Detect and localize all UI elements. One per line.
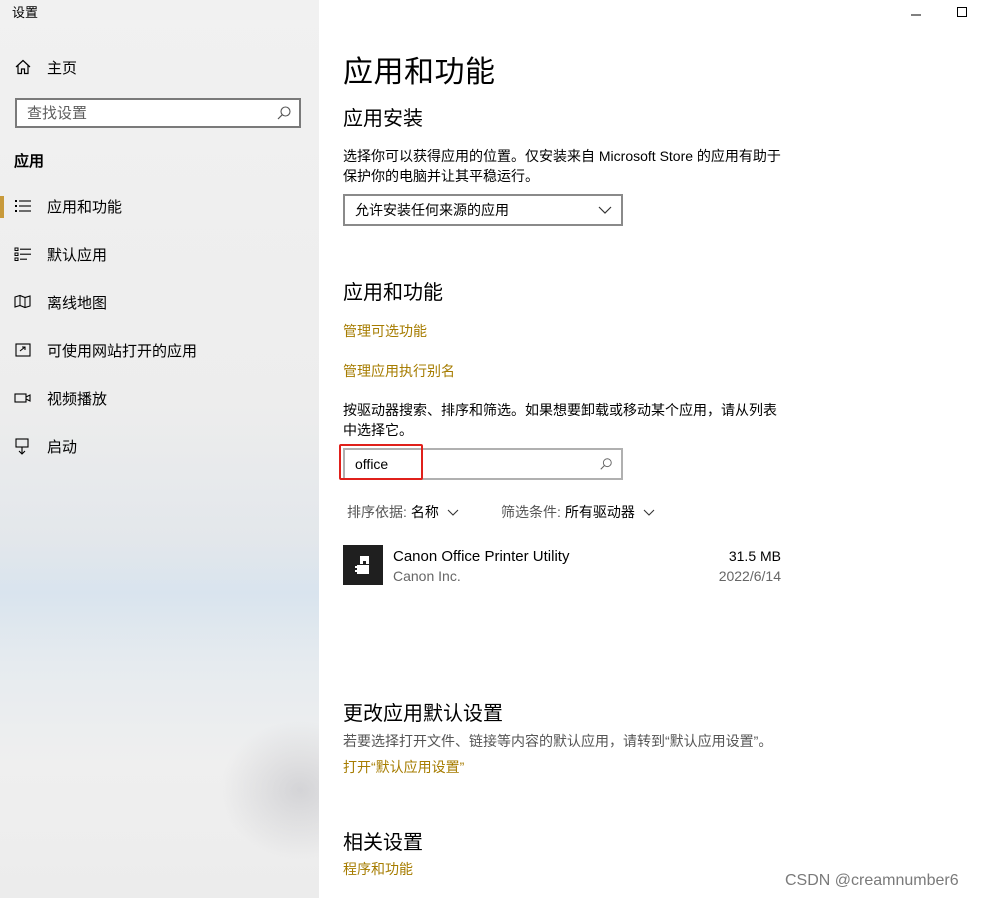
- sidebar-item-default-apps[interactable]: 默认应用: [0, 230, 319, 278]
- watermark: CSDN @creamnumber6: [785, 872, 959, 889]
- chevron-down-icon: [643, 509, 655, 516]
- manage-optional-features-link[interactable]: 管理可选功能: [343, 321, 427, 341]
- related-settings-heading: 相关设置: [343, 832, 423, 854]
- offline-maps-icon: [14, 294, 31, 309]
- home-nav-item[interactable]: 主页: [14, 56, 77, 78]
- sidebar-item-label: 离线地图: [47, 295, 108, 312]
- window-title: 设置: [12, 5, 39, 20]
- sort-dropdown[interactable]: 排序依据: 名称: [347, 502, 459, 522]
- startup-icon: [15, 438, 29, 455]
- sidebar-item-label: 视频播放: [47, 391, 108, 408]
- install-heading: 应用安装: [343, 108, 423, 130]
- install-description: 选择你可以获得应用的位置。仅安装来自 Microsoft Store 的应用有助…: [343, 148, 781, 184]
- apps-description: 按驱动器搜索、排序和筛选。如果想要卸载或移动某个应用，请从列表中选择它。: [343, 402, 777, 438]
- defaults-description: 若要选择打开文件、链接等内容的默认应用，请转到“默认应用设置”。: [343, 733, 773, 749]
- sidebar-item-label: 启动: [47, 439, 78, 456]
- sidebar-item-apps-for-websites[interactable]: 可使用网站打开的应用: [0, 326, 319, 374]
- sidebar-item-label: 默认应用: [47, 247, 108, 264]
- sort-label: 排序依据:: [347, 504, 407, 520]
- chevron-down-icon: [598, 206, 612, 214]
- video-playback-icon: [14, 393, 31, 403]
- app-name: Canon Office Printer Utility: [393, 548, 570, 565]
- manage-app-execution-aliases-link[interactable]: 管理应用执行别名: [343, 361, 455, 381]
- sidebar-item-video-playback[interactable]: 视频播放: [0, 374, 319, 422]
- app-icon: [343, 545, 383, 585]
- app-list-item[interactable]: Canon Office Printer Utility Canon Inc. …: [343, 545, 783, 587]
- apps-for-websites-icon: [15, 343, 31, 357]
- filter-label: 筛选条件:: [501, 504, 561, 520]
- app-search-input[interactable]: [345, 452, 599, 476]
- background-haze: [220, 720, 319, 860]
- dropdown-value: 允许安装任何来源的应用: [355, 202, 509, 218]
- sidebar-item-startup[interactable]: 启动: [0, 422, 319, 470]
- selected-indicator: [0, 196, 4, 218]
- sidebar-item-offline-maps[interactable]: 离线地图: [0, 278, 319, 326]
- settings-search-input[interactable]: [17, 101, 276, 125]
- sidebar-item-apps-features[interactable]: 应用和功能: [0, 182, 319, 230]
- app-search-box: [343, 448, 623, 480]
- sidebar-nav: 应用和功能 默认应用 离线地图 可使用网站打开的应用 视频播放 启动: [0, 182, 319, 470]
- apps-heading: 应用和功能: [343, 282, 443, 304]
- sidebar-item-label: 可使用网站打开的应用: [47, 343, 198, 360]
- install-source-dropdown[interactable]: 允许安装任何来源的应用: [343, 194, 623, 226]
- chevron-down-icon: [447, 509, 459, 516]
- settings-search-box: [15, 98, 301, 128]
- default-apps-icon: [14, 247, 31, 261]
- open-default-apps-settings-link[interactable]: 打开“默认应用设置”: [343, 757, 464, 777]
- page-title: 应用和功能: [343, 56, 496, 89]
- search-icon[interactable]: [599, 457, 613, 471]
- app-install-date: 2022/6/14: [718, 568, 781, 584]
- settings-window: 设置 主页 应用 应用和功能: [0, 0, 986, 898]
- printer-utility-icon: [355, 556, 369, 574]
- search-icon[interactable]: [276, 105, 292, 121]
- app-publisher: Canon Inc.: [393, 568, 461, 584]
- sort-value: 名称: [410, 504, 439, 520]
- defaults-heading: 更改应用默认设置: [343, 703, 503, 725]
- sidebar-item-label: 应用和功能: [47, 199, 123, 216]
- home-label: 主页: [47, 59, 78, 77]
- filter-value: 所有驱动器: [564, 504, 635, 520]
- filter-dropdown[interactable]: 筛选条件: 所有驱动器: [501, 502, 655, 522]
- app-size: 31.5 MB: [728, 548, 781, 564]
- sidebar-section-title: 应用: [14, 153, 45, 170]
- home-icon: [15, 59, 31, 75]
- apps-features-icon: [15, 200, 31, 212]
- sidebar: 设置 主页 应用 应用和功能: [0, 0, 319, 898]
- programs-and-features-link[interactable]: 程序和功能: [343, 859, 413, 879]
- main-content: 应用和功能 应用安装 选择你可以获得应用的位置。仅安装来自 Microsoft …: [339, 0, 963, 898]
